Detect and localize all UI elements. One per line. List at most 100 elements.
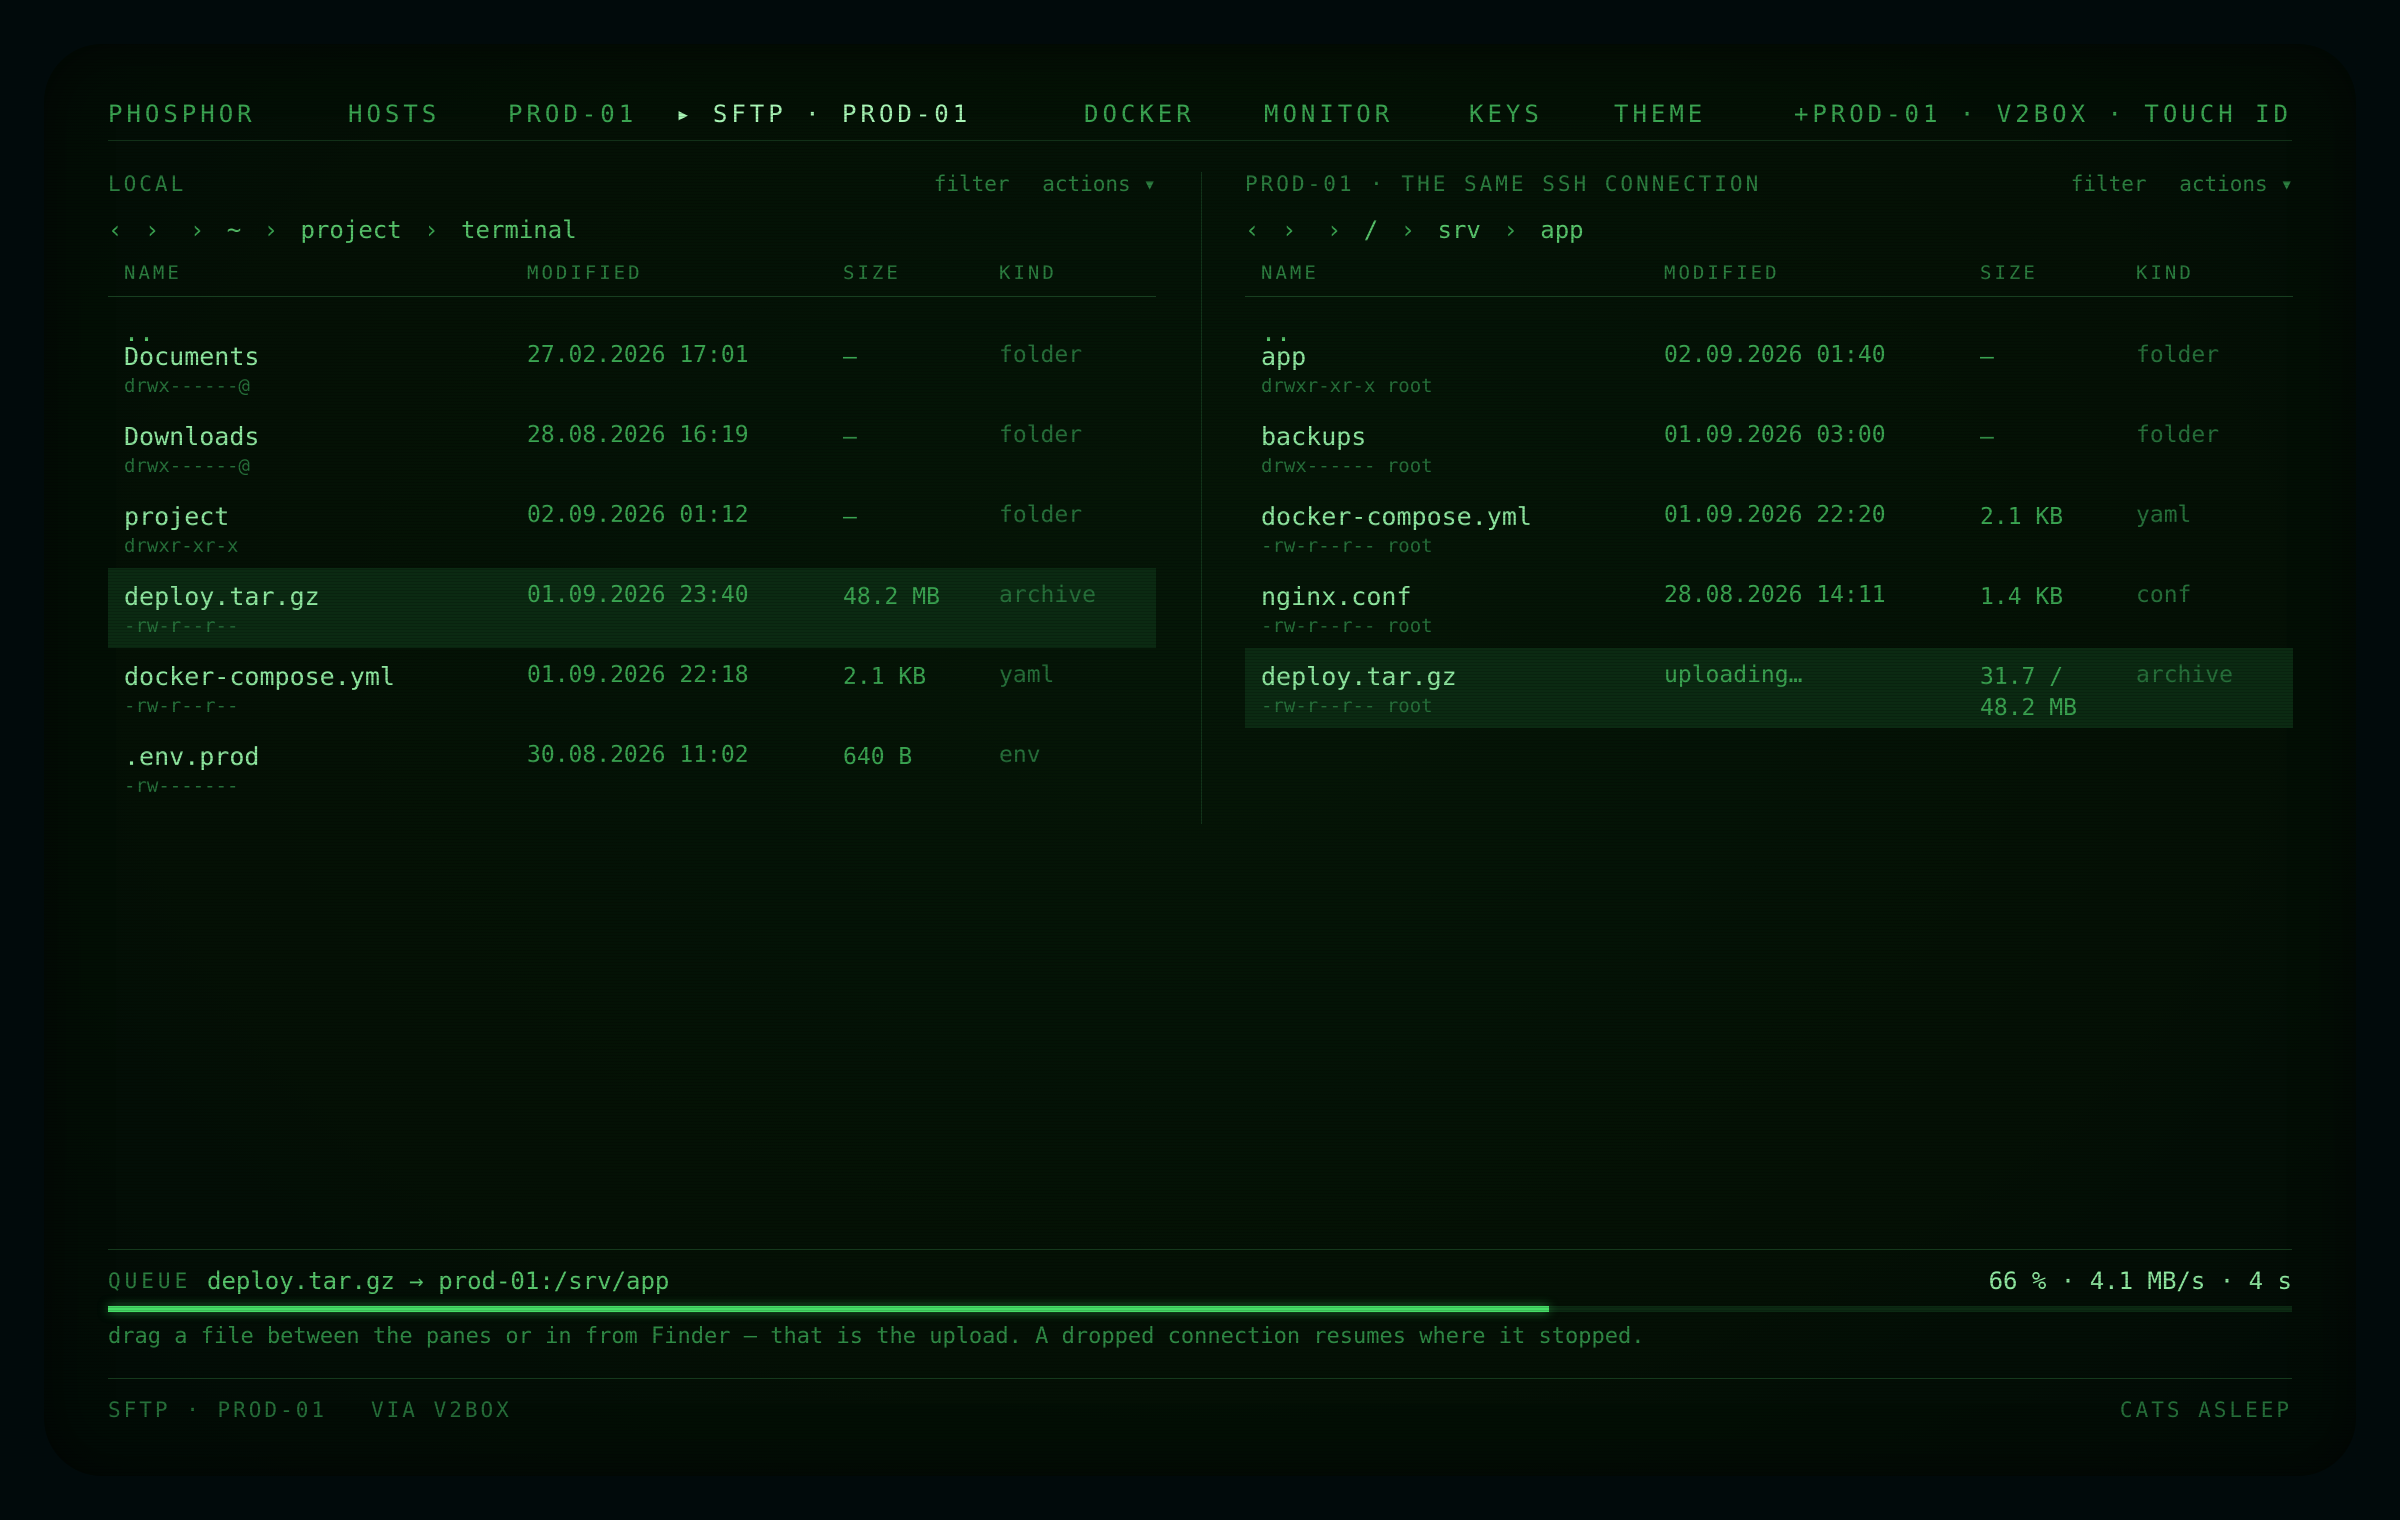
file-modified: 27.02.2026 17:01 xyxy=(527,342,749,368)
nav-tab-monitor[interactable]: MONITOR xyxy=(1264,94,1393,134)
top-nav: PHOSPHOR HOSTS PROD-01 ▸ SFTP · PROD-01 … xyxy=(108,94,2292,134)
nav-tab-theme[interactable]: THEME xyxy=(1614,94,1706,134)
column-header-modified[interactable]: MODIFIED xyxy=(527,262,643,284)
remote-pane-tools: filter actions ▾ xyxy=(2051,172,2293,196)
file-permissions: -rw-r--r-- root xyxy=(1261,695,1433,717)
file-row[interactable]: app drwxr-xr-x root 02.09.2026 01:40 — folde… xyxy=(1245,328,2293,408)
file-kind: yaml xyxy=(2136,502,2192,528)
queue-label: QUEUE xyxy=(108,1269,192,1293)
crumb-terminal[interactable]: terminal xyxy=(461,216,577,244)
file-name: app xyxy=(1261,342,1307,371)
file-kind: folder xyxy=(999,342,1083,368)
footer-divider xyxy=(108,1378,2292,1379)
nav-divider xyxy=(108,140,2292,141)
file-permissions: drwx------@ xyxy=(124,375,250,397)
connection-status: PROD-01 · V2BOX · TOUCH ID xyxy=(1812,100,2292,128)
local-pane-title: LOCAL xyxy=(108,172,187,196)
file-row[interactable]: backups drwx------ root 01.09.2026 03:00 — f… xyxy=(1245,408,2293,488)
file-row[interactable]: .env.prod -rw------- 30.08.2026 11:02 640 B… xyxy=(108,728,1156,808)
remote-filter-button[interactable]: filter xyxy=(2071,172,2147,196)
file-row[interactable]: deploy.tar.gz -rw-r--r-- 01.09.2026 23:40 4… xyxy=(108,568,1156,648)
file-size: 48.2 MB xyxy=(843,584,940,610)
crumb-project[interactable]: project xyxy=(301,216,402,244)
crumb-app[interactable]: app xyxy=(1540,216,1583,244)
file-modified: 01.09.2026 22:18 xyxy=(527,662,749,688)
column-header-name[interactable]: NAME xyxy=(124,262,182,284)
nav-tab-hosts[interactable]: HOSTS xyxy=(348,94,440,134)
queue-divider xyxy=(108,1249,2292,1250)
file-kind: env xyxy=(999,742,1041,768)
file-name: nginx.conf xyxy=(1261,582,1412,611)
file-row[interactable]: docker-compose.yml -rw-r--r-- 01.09.2026 2… xyxy=(108,648,1156,728)
column-header-modified[interactable]: MODIFIED xyxy=(1664,262,1780,284)
file-permissions: -rw-r--r-- xyxy=(124,695,239,717)
file-size: — xyxy=(843,344,857,370)
file-permissions: -rw-r--r-- root xyxy=(1261,535,1433,557)
file-modified: 01.09.2026 23:40 xyxy=(527,582,749,608)
file-modified: uploading… xyxy=(1664,662,1803,688)
footer-session: SFTP · PROD-01 xyxy=(108,1398,328,1422)
nav-tab-prod[interactable]: PROD-01 xyxy=(508,94,637,134)
back-icon[interactable]: ‹ xyxy=(1245,216,1259,244)
file-kind: archive xyxy=(999,582,1096,608)
file-permissions: drwx------@ xyxy=(124,455,250,477)
queue-transfer-item[interactable]: deploy.tar.gz → prod-01:/srv/app xyxy=(207,1267,669,1295)
app-window: PHOSPHOR HOSTS PROD-01 ▸ SFTP · PROD-01 … xyxy=(44,44,2356,1476)
file-permissions: drwxr-xr-x root xyxy=(1261,375,1433,397)
column-header-size[interactable]: SIZE xyxy=(1980,262,2038,284)
file-row[interactable]: project drwxr-xr-x 02.09.2026 01:12 — folder xyxy=(108,488,1156,568)
column-header-size[interactable]: SIZE xyxy=(843,262,901,284)
forward-icon[interactable]: › xyxy=(145,216,159,244)
remote-pane: PROD-01 · THE SAME SSH CONNECTION filter… xyxy=(1245,164,2293,784)
file-name: backups xyxy=(1261,422,1367,451)
queue-stats: 66 % · 4.1 MB/s · 4 s xyxy=(1988,1267,2292,1295)
forward-icon[interactable]: › xyxy=(1282,216,1296,244)
new-tab-button[interactable]: + xyxy=(1794,94,1812,134)
file-kind: archive xyxy=(2136,662,2233,688)
file-size: — xyxy=(1980,344,1994,370)
crumb-root[interactable]: / xyxy=(1364,216,1378,244)
pane-splitter[interactable] xyxy=(1201,172,1202,824)
file-size: — xyxy=(843,504,857,530)
local-filter-button[interactable]: filter xyxy=(934,172,1010,196)
local-actions-menu[interactable]: actions ▾ xyxy=(1042,172,1156,196)
remote-pane-title: PROD-01 · THE SAME SSH CONNECTION xyxy=(1245,172,1762,196)
file-row[interactable]: docker-compose.yml -rw-r--r-- root 01.09.2… xyxy=(1245,488,2293,568)
file-name: docker-compose.yml xyxy=(1261,502,1532,531)
file-size: — xyxy=(1980,424,1994,450)
column-header-kind[interactable]: KIND xyxy=(2136,262,2194,284)
file-permissions: drwxr-xr-x xyxy=(124,535,239,557)
file-row[interactable]: Documents drwx------@ 27.02.2026 17:01 — fol… xyxy=(108,328,1156,408)
file-name: Downloads xyxy=(124,422,260,451)
footer-route: VIA V2BOX xyxy=(371,1398,512,1422)
file-modified: 01.09.2026 03:00 xyxy=(1664,422,1886,448)
nav-tab-docker[interactable]: DOCKER xyxy=(1084,94,1195,134)
local-pane: LOCAL filter actions ▾ ‹ › › ~ › project… xyxy=(108,164,1156,797)
file-name: project xyxy=(124,502,230,531)
remote-actions-menu[interactable]: actions ▾ xyxy=(2179,172,2293,196)
nav-tab-sftp[interactable]: ▸ SFTP · PROD-01 xyxy=(676,94,971,134)
file-kind: yaml xyxy=(999,662,1055,688)
column-header-kind[interactable]: KIND xyxy=(999,262,1057,284)
file-row[interactable]: nginx.conf -rw-r--r-- root 28.08.2026 14:1… xyxy=(1245,568,2293,648)
header-divider xyxy=(108,296,1156,297)
upload-progress-fill xyxy=(108,1306,1550,1312)
column-header-name[interactable]: NAME xyxy=(1261,262,1319,284)
chevron-right-icon: › xyxy=(1400,216,1416,244)
local-pane-tools: filter actions ▾ xyxy=(914,172,1156,196)
crumb-srv[interactable]: srv xyxy=(1438,216,1481,244)
header-divider xyxy=(1245,296,2293,297)
back-icon[interactable]: ‹ xyxy=(108,216,122,244)
nav-tab-keys[interactable]: KEYS xyxy=(1469,94,1543,134)
file-modified: 28.08.2026 16:19 xyxy=(527,422,749,448)
chevron-right-icon: › xyxy=(1326,216,1342,244)
file-modified: 30.08.2026 11:02 xyxy=(527,742,749,768)
file-modified: 02.09.2026 01:40 xyxy=(1664,342,1886,368)
file-permissions: -rw-r--r-- root xyxy=(1261,615,1433,637)
file-name: docker-compose.yml xyxy=(124,662,395,691)
file-size: 1.4 KB xyxy=(1980,584,2064,610)
file-row[interactable]: deploy.tar.gz -rw-r--r-- root uploading… 31… xyxy=(1245,648,2293,728)
crumb-home[interactable]: ~ xyxy=(227,216,241,244)
file-permissions: -rw-r--r-- xyxy=(124,615,239,637)
file-row[interactable]: Downloads drwx------@ 28.08.2026 16:19 — fol… xyxy=(108,408,1156,488)
